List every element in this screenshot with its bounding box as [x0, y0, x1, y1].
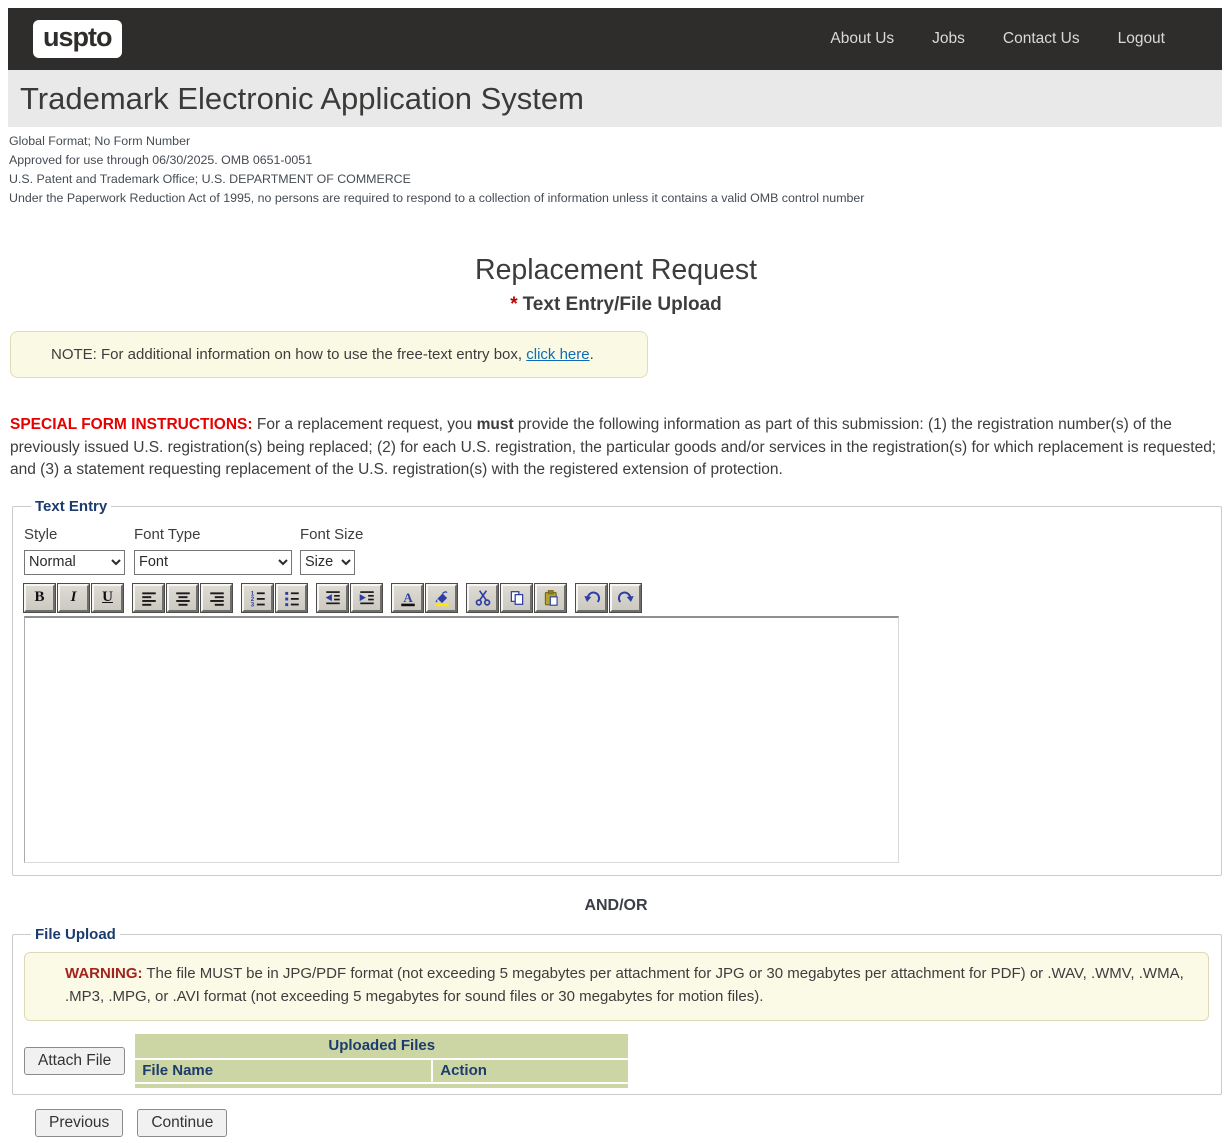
svg-text:A: A: [403, 590, 413, 605]
font-type-label: Font Type: [134, 526, 300, 543]
nav-jobs[interactable]: Jobs: [932, 30, 965, 48]
highlight-button[interactable]: [426, 584, 457, 612]
note-text-end: .: [590, 346, 594, 363]
underline-button[interactable]: U: [92, 584, 123, 612]
align-right-button[interactable]: [201, 584, 232, 612]
align-right-icon: [208, 589, 226, 607]
copy-icon: [508, 589, 526, 607]
style-label: Style: [24, 526, 134, 543]
uspto-logo[interactable]: uspto: [33, 20, 122, 58]
nav-logout[interactable]: Logout: [1118, 30, 1165, 48]
header-nav: About Us Jobs Contact Us Logout: [830, 30, 1222, 48]
instructions-text-1: For a replacement request, you: [253, 416, 477, 433]
font-type-select[interactable]: Font: [134, 550, 292, 575]
required-asterisk: *: [510, 294, 517, 315]
upload-row: Attach File Uploaded Files File Name Act…: [24, 1032, 1209, 1090]
text-entry-legend: Text Entry: [31, 498, 111, 515]
cut-button[interactable]: [467, 584, 498, 612]
table-title-row: Uploaded Files: [135, 1034, 628, 1058]
editor-controls: Style Font Type Font Size Normal Font Si…: [24, 526, 1209, 575]
form-info-line: Global Format; No Form Number: [9, 132, 1222, 151]
outdent-button[interactable]: [317, 584, 348, 612]
and-or-label: AND/OR: [0, 897, 1232, 915]
svg-text:3: 3: [250, 601, 254, 606]
app-title: Trademark Electronic Application System: [20, 81, 584, 117]
form-info-line: Under the Paperwork Reduction Act of 199…: [9, 189, 1222, 208]
nav-contact-us[interactable]: Contact Us: [1003, 30, 1080, 48]
form-info-line: U.S. Patent and Trademark Office; U.S. D…: [9, 170, 1222, 189]
numbered-list-icon: 123: [249, 589, 267, 607]
warning-box: WARNING: The file MUST be in JPG/PDF for…: [24, 952, 1209, 1021]
italic-button[interactable]: I: [58, 584, 89, 612]
attach-file-button[interactable]: Attach File: [24, 1047, 125, 1075]
paste-button[interactable]: [535, 584, 566, 612]
redo-button[interactable]: [610, 584, 641, 612]
italic-icon: I: [71, 590, 77, 605]
toolbar-group-lists: 123: [242, 584, 307, 612]
toolbar-group-indent: [317, 584, 382, 612]
table-bottom-strip: [135, 1084, 628, 1088]
align-center-button[interactable]: [167, 584, 198, 612]
uploaded-files-table: Uploaded Files File Name Action: [133, 1032, 630, 1090]
free-text-entry-area[interactable]: [24, 616, 899, 863]
form-info: Global Format; No Form Number Approved f…: [9, 132, 1222, 208]
uspto-logo-text: uspto: [43, 22, 112, 52]
undo-button[interactable]: [576, 584, 607, 612]
toolbar-group-align: [133, 584, 232, 612]
indent-button[interactable]: [351, 584, 382, 612]
page-subtitle: * Text Entry/File Upload: [0, 294, 1232, 316]
page-subtitle-text: Text Entry/File Upload: [523, 294, 722, 315]
uploaded-files-title: Uploaded Files: [135, 1034, 628, 1058]
header-bar: uspto About Us Jobs Contact Us Logout: [8, 8, 1222, 70]
note-text: NOTE: For additional information on how …: [51, 346, 526, 363]
outdent-icon: [324, 589, 342, 607]
nav-about-us[interactable]: About Us: [830, 30, 894, 48]
file-name-column-header: File Name: [135, 1060, 431, 1082]
bold-button[interactable]: B: [24, 584, 55, 612]
click-here-link[interactable]: click here: [526, 346, 589, 363]
font-color-icon: A: [399, 589, 417, 607]
warning-text: The file MUST be in JPG/PDF format (not …: [65, 965, 1184, 1005]
underline-icon: U: [102, 590, 113, 605]
file-upload-fieldset: File Upload WARNING: The file MUST be in…: [12, 926, 1222, 1095]
bulleted-list-icon: [283, 589, 301, 607]
undo-icon: [583, 589, 601, 607]
toolbar-group-history: [576, 584, 641, 612]
toolbar-group-color: A: [392, 584, 457, 612]
special-form-instructions: SPECIAL FORM INSTRUCTIONS: For a replace…: [10, 414, 1220, 482]
file-upload-legend: File Upload: [31, 926, 120, 943]
highlight-icon: [433, 589, 451, 607]
warning-label: WARNING:: [65, 965, 143, 982]
bold-icon: B: [34, 590, 44, 605]
cut-icon: [474, 589, 492, 607]
font-size-label: Font Size: [300, 526, 1209, 543]
instructions-label: SPECIAL FORM INSTRUCTIONS:: [10, 416, 253, 433]
toolbar-group-format: B I U: [24, 584, 123, 612]
title-band: Trademark Electronic Application System: [8, 70, 1222, 127]
style-select[interactable]: Normal: [24, 550, 125, 575]
numbered-list-button[interactable]: 123: [242, 584, 273, 612]
top-margin: [0, 0, 1232, 8]
text-entry-fieldset: Text Entry Style Font Type Font Size Nor…: [12, 498, 1222, 876]
copy-button[interactable]: [501, 584, 532, 612]
page-title: Replacement Request: [0, 254, 1232, 287]
bulleted-list-button[interactable]: [276, 584, 307, 612]
redo-icon: [617, 589, 635, 607]
indent-icon: [358, 589, 376, 607]
editor-toolbar: B I U 123 A: [24, 584, 1209, 612]
paste-icon: [542, 589, 560, 607]
font-color-button[interactable]: A: [392, 584, 423, 612]
action-column-header: Action: [433, 1060, 628, 1082]
align-left-button[interactable]: [133, 584, 164, 612]
align-center-icon: [174, 589, 192, 607]
font-size-select[interactable]: Size: [300, 550, 355, 575]
table-header-row: File Name Action: [135, 1060, 628, 1082]
toolbar-group-clipboard: [467, 584, 566, 612]
form-info-line: Approved for use through 06/30/2025. OMB…: [9, 151, 1222, 170]
align-left-icon: [140, 589, 158, 607]
note-box: NOTE: For additional information on how …: [10, 331, 648, 378]
instructions-must: must: [477, 416, 514, 433]
